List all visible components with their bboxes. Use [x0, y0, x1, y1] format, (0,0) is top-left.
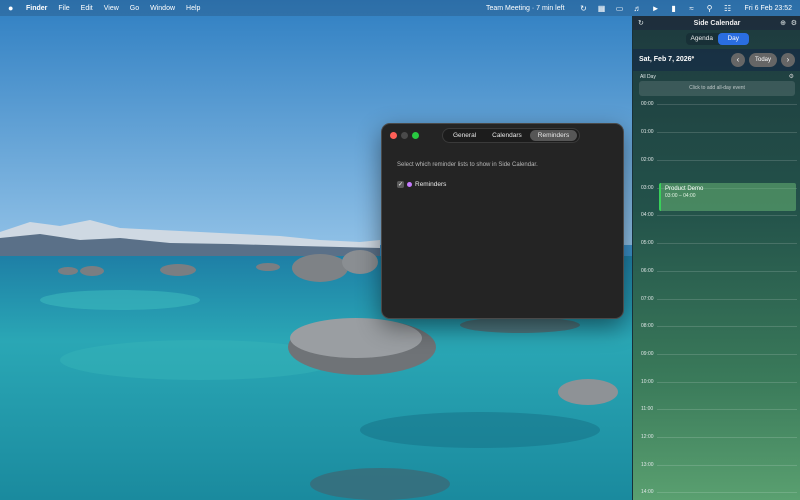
- hour-line: [657, 492, 797, 493]
- apple-menu-icon[interactable]: ●: [8, 3, 18, 13]
- hour-label: 03:00: [641, 185, 654, 191]
- hour-row[interactable]: 04:00: [633, 212, 800, 222]
- hour-line: [657, 271, 797, 272]
- close-button[interactable]: [390, 132, 397, 139]
- calendar-event[interactable]: Product Demo 03:00 – 04:00: [659, 183, 796, 211]
- menubar-event-status[interactable]: Team Meeting · 7 min left: [486, 5, 565, 12]
- hour-line: [657, 160, 797, 161]
- sync-icon[interactable]: ↻: [579, 3, 589, 13]
- hour-line: [657, 326, 797, 327]
- event-time: 03:00 – 04:00: [665, 193, 696, 199]
- menubar-clock[interactable]: Fri 6 Feb 23:52: [745, 5, 792, 12]
- menu-view[interactable]: View: [104, 5, 119, 12]
- hour-label: 01:00: [641, 129, 654, 135]
- menu-finder[interactable]: Finder: [26, 5, 47, 12]
- hour-line: [657, 354, 797, 355]
- zoom-button[interactable]: [412, 132, 419, 139]
- control-center-icon[interactable]: ☷: [723, 3, 733, 13]
- hour-row[interactable]: 01:00: [633, 129, 800, 139]
- reminders-hint: Select which reminder lists to show in S…: [397, 162, 538, 168]
- side-calendar-header: ↻ Side Calendar ⊕ ⚙: [633, 16, 800, 30]
- hour-line: [657, 465, 797, 466]
- hour-row[interactable]: 02:00: [633, 157, 800, 167]
- battery-icon[interactable]: ▮: [669, 3, 679, 13]
- all-day-drop-zone[interactable]: Click to add all-day event: [639, 81, 795, 96]
- hour-label: 13:00: [641, 462, 654, 468]
- hour-label: 05:00: [641, 240, 654, 246]
- reminder-list-row[interactable]: ✓ Reminders: [397, 181, 446, 188]
- hour-row[interactable]: 11:00: [633, 406, 800, 416]
- gear-icon[interactable]: ⚙: [791, 19, 797, 27]
- date-bar: Sat, Feb 7, 2026 ● ‹ Today ›: [633, 49, 800, 71]
- hour-label: 00:00: [641, 101, 654, 107]
- menu-bar: ● Finder File Edit View Go Window Help T…: [0, 0, 800, 16]
- hour-label: 07:00: [641, 296, 654, 302]
- hour-line: [657, 243, 797, 244]
- hour-line: [657, 437, 797, 438]
- play-icon[interactable]: ►: [651, 3, 661, 13]
- all-day-label: All Day: [640, 74, 656, 80]
- display-icon[interactable]: ▭: [615, 3, 625, 13]
- refresh-icon[interactable]: ↻: [638, 19, 644, 27]
- side-calendar-panel: ↻ Side Calendar ⊕ ⚙ Agenda Day Sat, Feb …: [632, 16, 800, 500]
- view-day[interactable]: Day: [717, 33, 749, 45]
- hour-label: 06:00: [641, 268, 654, 274]
- hour-label: 12:00: [641, 434, 654, 440]
- hour-row[interactable]: 13:00: [633, 462, 800, 472]
- hour-row[interactable]: 06:00: [633, 268, 800, 278]
- hour-line: [657, 104, 797, 105]
- settings-tabs: General Calendars Reminders: [442, 128, 581, 143]
- hour-row[interactable]: 00:00: [633, 101, 800, 111]
- hour-label: 09:00: [641, 351, 654, 357]
- view-switcher: Agenda Day: [686, 33, 749, 45]
- menu-file[interactable]: File: [58, 5, 69, 12]
- tab-calendars[interactable]: Calendars: [484, 130, 530, 141]
- hour-row[interactable]: 05:00: [633, 240, 800, 250]
- reminder-list-color-dot: [407, 182, 412, 187]
- volume-icon[interactable]: ♬: [633, 3, 643, 13]
- next-day-button[interactable]: ›: [781, 53, 795, 67]
- hour-row[interactable]: 07:00: [633, 296, 800, 306]
- menu-go[interactable]: Go: [130, 5, 139, 12]
- hour-row[interactable]: 10:00: [633, 379, 800, 389]
- hour-label: 11:00: [641, 406, 654, 412]
- hour-line: [657, 132, 797, 133]
- wifi-icon[interactable]: ≈: [687, 3, 697, 13]
- menu-help[interactable]: Help: [186, 5, 200, 12]
- hour-label: 02:00: [641, 157, 654, 163]
- hour-line: [657, 215, 797, 216]
- all-day-settings-icon[interactable]: ⚙: [789, 73, 794, 80]
- add-event-icon[interactable]: ⊕: [780, 19, 786, 27]
- menu-edit[interactable]: Edit: [81, 5, 93, 12]
- hour-line: [657, 409, 797, 410]
- hour-label: 10:00: [641, 379, 654, 385]
- menu-window[interactable]: Window: [150, 5, 175, 12]
- settings-window: General Calendars Reminders Select which…: [381, 123, 624, 319]
- today-button[interactable]: Today: [749, 53, 777, 67]
- dark-calendar-icon[interactable]: ▦: [597, 3, 607, 13]
- search-icon[interactable]: ⚲: [705, 3, 715, 13]
- current-date[interactable]: Sat, Feb 7, 2026: [639, 56, 692, 63]
- tab-general[interactable]: General: [445, 130, 484, 141]
- reminder-list-name: Reminders: [415, 181, 447, 188]
- view-agenda[interactable]: Agenda: [686, 33, 718, 45]
- tab-reminders[interactable]: Reminders: [529, 130, 578, 141]
- hour-label: 04:00: [641, 212, 654, 218]
- minimize-button[interactable]: [401, 132, 408, 139]
- side-calendar-title: Side Calendar: [693, 19, 741, 27]
- window-controls: [390, 132, 423, 139]
- hour-line: [657, 299, 797, 300]
- previous-day-button[interactable]: ‹: [731, 53, 745, 67]
- hour-label: 14:00: [641, 489, 654, 495]
- hour-row[interactable]: 09:00: [633, 351, 800, 361]
- event-title: Product Demo: [665, 186, 704, 192]
- hour-label: 08:00: [641, 323, 654, 329]
- hour-row[interactable]: 12:00: [633, 434, 800, 444]
- hour-row[interactable]: 14:00: [633, 489, 800, 499]
- hour-line: [657, 382, 797, 383]
- date-info-icon[interactable]: ●: [691, 55, 695, 61]
- hour-row[interactable]: 08:00: [633, 323, 800, 333]
- reminder-list-checkbox[interactable]: ✓: [397, 181, 404, 188]
